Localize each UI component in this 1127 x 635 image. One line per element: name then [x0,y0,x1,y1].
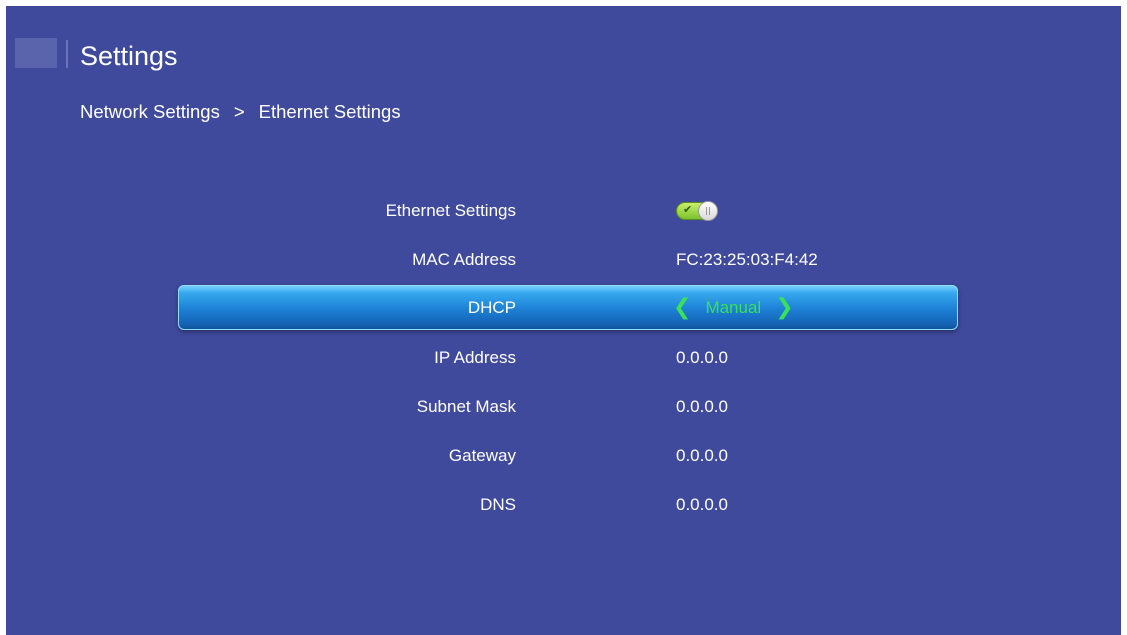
breadcrumb-separator: > [233,101,245,122]
gateway-label: Gateway [448,446,516,465]
dns-row[interactable]: DNS 0.0.0.0 [6,482,1121,528]
check-icon: ✔ [683,203,693,216]
settings-app-icon [15,38,57,68]
ip-address-row[interactable]: IP Address 0.0.0.0 [6,335,1121,381]
dhcp-selector[interactable]: ❮ Manual ❯ [673,296,794,320]
header-divider [66,40,68,68]
mac-address-label: MAC Address [412,250,516,269]
subnet-mask-row[interactable]: Subnet Mask 0.0.0.0 [6,384,1121,430]
gateway-row[interactable]: Gateway 0.0.0.0 [6,433,1121,479]
breadcrumb-current: Ethernet Settings [258,101,401,122]
gateway-value: 0.0.0.0 [676,446,728,465]
mac-address-value: FC:23:25:03:F4:42 [676,250,818,269]
settings-screen: Settings Network Settings > Ethernet Set… [6,6,1121,635]
ethernet-toggle[interactable]: ✔ [676,200,718,221]
subnet-mask-value: 0.0.0.0 [676,397,728,416]
ip-address-value: 0.0.0.0 [676,348,728,367]
dns-value: 0.0.0.0 [676,495,728,514]
chevron-right-icon[interactable]: ❯ [775,297,793,319]
dhcp-value: Manual [705,298,762,317]
mac-address-row[interactable]: MAC Address FC:23:25:03:F4:42 [6,237,1121,283]
dhcp-label: DHCP [467,298,516,317]
breadcrumb: Network Settings > Ethernet Settings [80,101,401,123]
ip-address-label: IP Address [434,348,516,367]
dhcp-row[interactable]: DHCP [6,285,1121,331]
chevron-left-icon[interactable]: ❮ [673,297,691,319]
ethernet-settings-row[interactable]: Ethernet Settings [6,188,1121,234]
subnet-mask-label: Subnet Mask [416,397,516,416]
page-title: Settings [80,41,178,71]
dns-label: DNS [480,495,516,514]
breadcrumb-parent[interactable]: Network Settings [80,101,220,123]
ethernet-settings-label: Ethernet Settings [385,201,516,220]
toggle-knob [698,201,718,221]
